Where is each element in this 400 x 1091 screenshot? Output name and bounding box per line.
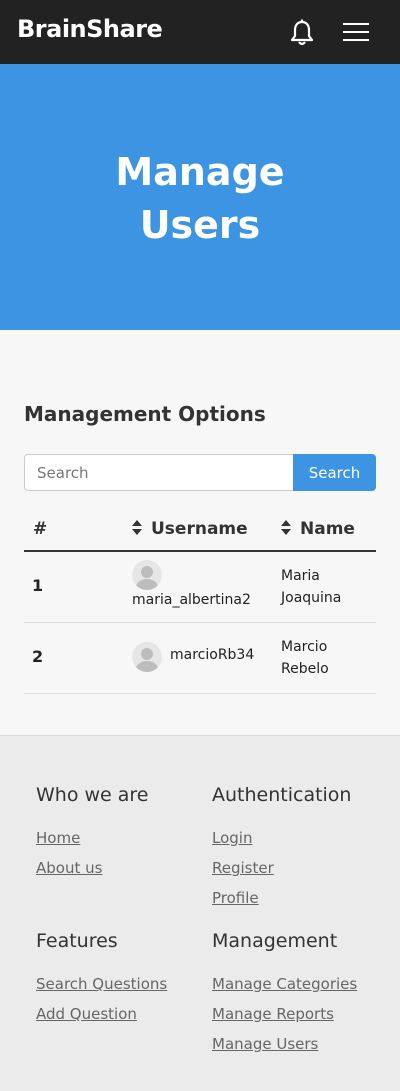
footer-link-add-question[interactable]: Add Question [36, 1005, 137, 1023]
sort-icon [132, 520, 142, 535]
footer-link-manage-reports[interactable]: Manage Reports [212, 1005, 334, 1023]
column-header-name[interactable]: Name [281, 519, 355, 539]
table-header: # Username Name [24, 507, 376, 552]
footer-link-home[interactable]: Home [36, 829, 80, 847]
hero-banner: Manage Users [0, 64, 400, 330]
users-table: # Username Name 1 maria_albertina2 Maria… [24, 507, 376, 694]
row-name: Maria Joaquina [281, 568, 342, 606]
avatar [132, 642, 162, 672]
bell-icon[interactable] [289, 19, 315, 47]
row-id: 2 [32, 647, 44, 666]
footer-link-manage-categories[interactable]: Manage Categories [212, 975, 357, 993]
navbar: BrainShare [0, 0, 400, 64]
search-input[interactable] [24, 454, 294, 491]
page-title: Manage Users [115, 150, 285, 247]
table-row[interactable]: 2 marcioRb34 Marcio Rebelo [24, 623, 376, 694]
footer-auth-title: Authentication [212, 784, 352, 806]
row-username[interactable]: maria_albertina2 [132, 592, 251, 608]
sort-icon [281, 520, 291, 535]
footer: Who we are Home About us Authentication … [0, 735, 400, 1091]
hamburger-icon [343, 23, 369, 25]
footer-link-profile[interactable]: Profile [212, 889, 259, 907]
hamburger-menu-button[interactable] [343, 21, 371, 43]
column-header-username[interactable]: Username [132, 519, 248, 539]
row-username[interactable]: marcioRb34 [170, 647, 254, 663]
footer-management-title: Management [212, 930, 338, 952]
footer-link-search-questions[interactable]: Search Questions [36, 975, 167, 993]
row-id: 1 [32, 576, 44, 595]
footer-link-about-us[interactable]: About us [36, 859, 102, 877]
management-section: Management Options Search # Username Nam… [0, 330, 400, 735]
footer-features-title: Features [36, 930, 118, 952]
column-header-id: # [33, 519, 48, 539]
footer-link-manage-users[interactable]: Manage Users [212, 1035, 318, 1053]
search-button[interactable]: Search [293, 454, 376, 491]
avatar [132, 560, 162, 590]
row-name: Marcio Rebelo [281, 639, 329, 677]
footer-who-title: Who we are [36, 784, 149, 806]
table-row[interactable]: 1 maria_albertina2 Maria Joaquina [24, 552, 376, 623]
brand-logo[interactable]: BrainShare [17, 15, 163, 43]
management-options-title: Management Options [24, 402, 266, 426]
footer-link-register[interactable]: Register [212, 859, 274, 877]
footer-link-login[interactable]: Login [212, 829, 252, 847]
